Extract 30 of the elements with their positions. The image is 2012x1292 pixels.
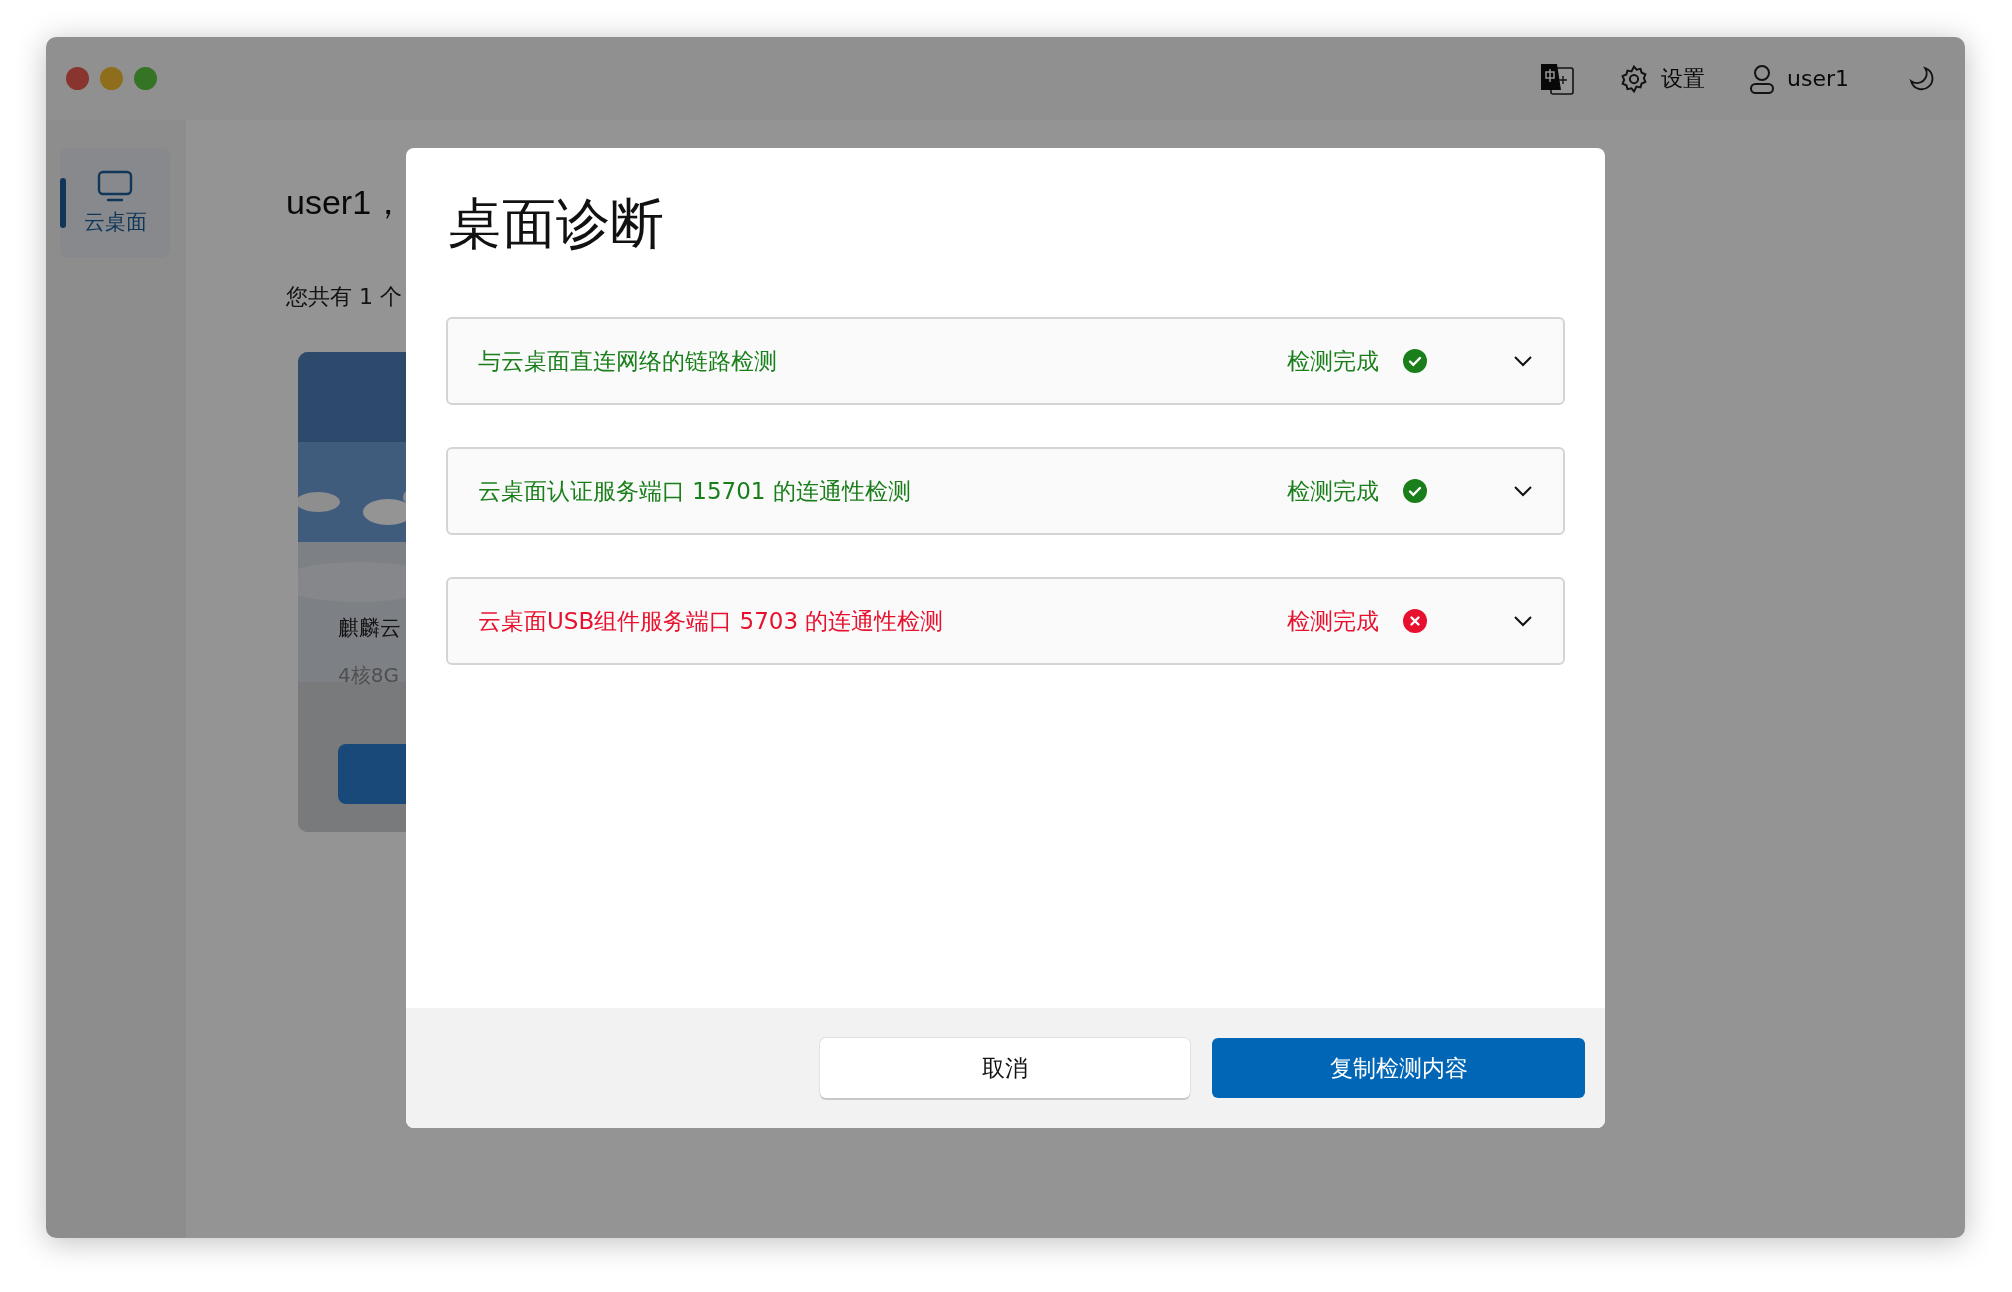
chevron-icon[interactable] [1513, 355, 1533, 367]
summary-text: 您共有 1 个 [286, 283, 402, 311]
chevron-icon[interactable] [1513, 485, 1533, 497]
check-icon [1403, 349, 1427, 373]
check-label: 与云桌面直连网络的链路检测 [478, 346, 778, 376]
window-close-button[interactable] [66, 67, 89, 90]
check-row[interactable]: 云桌面USB组件服务端口 5703 的连通性检测 检测完成 [446, 577, 1565, 665]
check-label: 云桌面USB组件服务端口 5703 的连通性检测 [478, 606, 945, 636]
user-icon[interactable] [1749, 63, 1775, 94]
error-icon [1403, 609, 1427, 633]
check-row[interactable]: 云桌面认证服务端口 15701 的连通性检测 检测完成 [446, 447, 1565, 535]
greeting-text: user1， [286, 182, 406, 223]
desktop-name: 麒麟云 [338, 615, 401, 642]
sidebar-item[interactable]: 云桌面 [60, 148, 170, 258]
copy-button[interactable]: 复制检测内容 [1212, 1038, 1585, 1098]
moon-icon[interactable] [1909, 65, 1935, 92]
check-status: 检测完成 [1287, 346, 1379, 376]
settings-label[interactable]: 设置 [1661, 63, 1705, 94]
check-row[interactable]: 与云桌面直连网络的链路检测 检测完成 [446, 317, 1565, 405]
check-label: 云桌面认证服务端口 15701 的连通性检测 [478, 476, 912, 506]
language-icon[interactable] [1539, 61, 1575, 96]
chevron-icon[interactable] [1513, 615, 1533, 627]
check-status: 检测完成 [1287, 606, 1379, 636]
user-name[interactable]: user1 [1787, 66, 1849, 91]
check-status: 检测完成 [1287, 476, 1379, 506]
check-icon [1403, 479, 1427, 503]
dialog-title: 桌面诊断 [448, 191, 664, 257]
cancel-button[interactable]: 取消 [820, 1038, 1190, 1098]
monitor-icon [97, 170, 133, 202]
settings-icon[interactable] [1619, 63, 1649, 94]
